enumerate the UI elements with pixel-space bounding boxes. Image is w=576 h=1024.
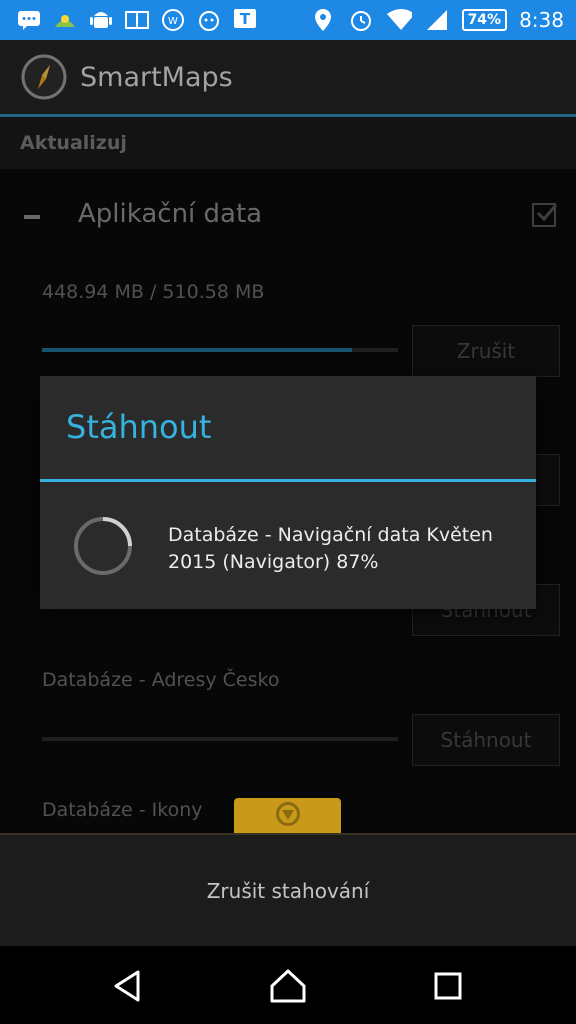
navigation-handle[interactable] [234, 798, 341, 834]
clock: 8:38 [519, 8, 564, 32]
dialog-message: Databáze - Navigační data Květen 2015 (N… [168, 524, 493, 573]
dialog-title: Stáhnout [66, 408, 212, 446]
cancel-download-bar[interactable]: Zrušit stahování [0, 833, 576, 946]
location-icon [310, 8, 336, 32]
back-icon[interactable] [108, 966, 148, 1006]
wifi-icon [386, 8, 412, 32]
t-app-icon: T [232, 8, 258, 32]
messages-icon [16, 8, 42, 32]
sync-icon: W [160, 8, 186, 32]
signal-icon [424, 8, 450, 32]
battery-indicator: 74% [461, 9, 508, 31]
cancel-download-button[interactable]: Zrušit stahování [207, 879, 370, 903]
loading-spinner-icon [72, 515, 134, 577]
notification-icon [196, 8, 222, 32]
alarm-icon [348, 8, 374, 32]
dialog-divider [40, 479, 536, 482]
status-bar: W T 74% 8:38 [0, 0, 576, 40]
news-icon [124, 8, 150, 32]
system-nav-bar [0, 946, 576, 1024]
download-dialog: Stáhnout Databáze - Navigační data Květe… [40, 376, 536, 609]
recents-icon[interactable] [428, 966, 468, 1006]
android-icon [88, 8, 114, 32]
weather-icon [52, 8, 78, 32]
svg-text:T: T [240, 10, 251, 28]
svg-text:W: W [168, 16, 178, 27]
home-icon[interactable] [268, 966, 308, 1006]
location-arrow-icon [273, 799, 303, 833]
